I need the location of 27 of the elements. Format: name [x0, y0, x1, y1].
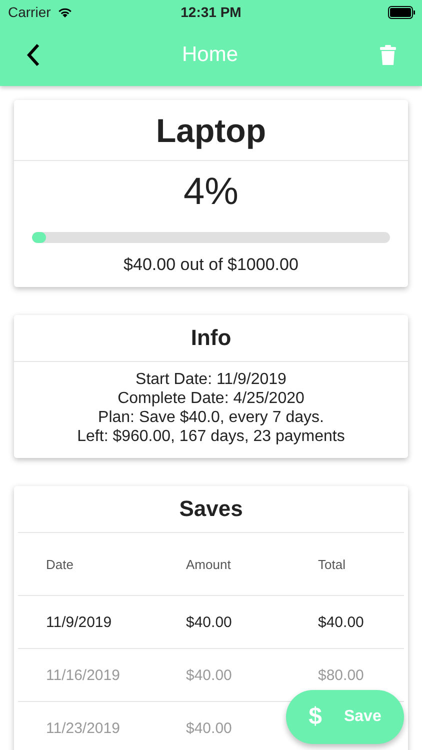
- table-cell-text: 11/16/2019: [46, 666, 121, 684]
- column-header: Total: [318, 556, 346, 572]
- percent-label: 4%: [184, 171, 238, 214]
- column-header: Amount: [186, 556, 232, 572]
- info-line: Complete Date: 4/25/2020: [116, 389, 306, 408]
- column-header: Date: [46, 556, 74, 572]
- info-line: Plan: Save $40.0, every 7 days.: [97, 408, 325, 427]
- goal-name: Laptop: [14, 100, 408, 161]
- header-title: Home: [182, 43, 238, 67]
- status-time: 12:31 PM: [180, 4, 242, 20]
- table-cell-text: $80.00: [318, 666, 365, 684]
- table-cell-text: 11/23/2019: [46, 720, 121, 736]
- table-cell-text: $40.00: [186, 614, 233, 630]
- table-cell-text: $40.00: [186, 720, 233, 736]
- table-cell-text: 11/9/2019: [46, 614, 113, 630]
- info-line: Left: $960.00, 167 days, 23 payments: [76, 427, 346, 446]
- progress-summary: $40.00 out of $1000.00: [124, 255, 298, 275]
- saves-title: Saves: [18, 486, 404, 533]
- wifi-icon: [56, 6, 73, 18]
- info-title: Info: [14, 315, 408, 362]
- table-cell-text: $40.00: [186, 666, 233, 684]
- battery-icon: [388, 6, 416, 18]
- back-icon[interactable]: [26, 43, 40, 67]
- carrier-label: Carrier: [8, 4, 51, 20]
- save-button[interactable]: $ Save: [286, 690, 404, 744]
- info-line: Start Date: 11/9/2019: [134, 370, 288, 389]
- table-cell-text: $40.00: [318, 614, 365, 630]
